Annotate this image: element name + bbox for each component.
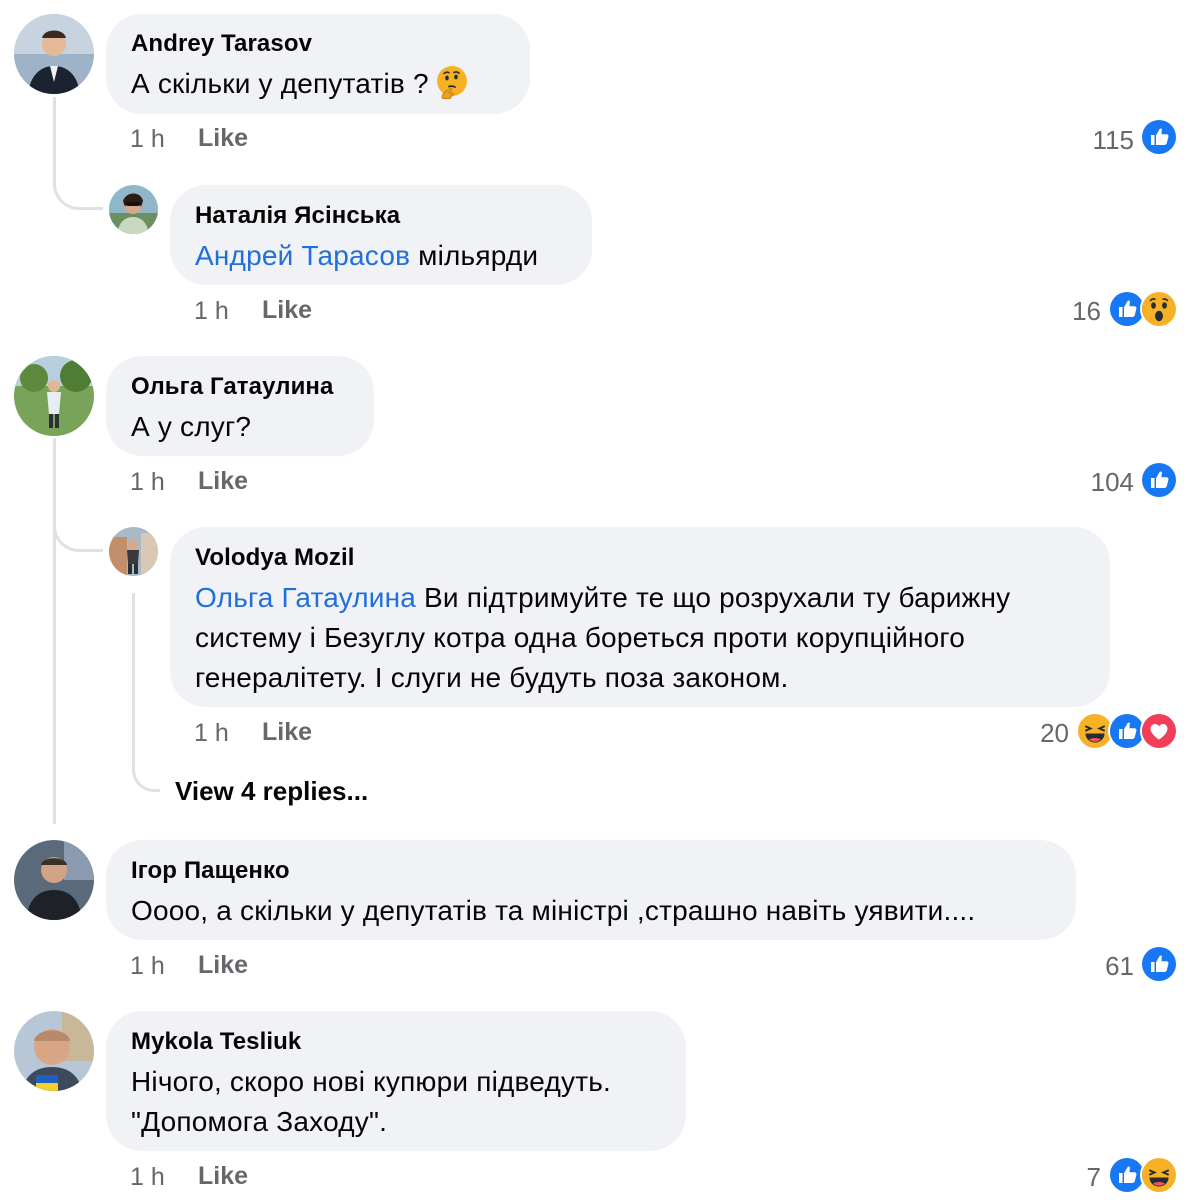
comment-author[interactable]: Наталія Ясінська — [195, 202, 400, 230]
comment-text-line: систему і Безуглу котра одна бореться пр… — [195, 622, 965, 653]
comment-text: Нічого, скоро нові купюри підведуть. "До… — [131, 1062, 611, 1142]
avatar[interactable] — [109, 185, 158, 234]
like-button[interactable]: Like — [262, 718, 312, 747]
reaction-count[interactable]: 20 — [1040, 718, 1069, 749]
thread-curve-2 — [53, 510, 103, 552]
thread-curve-1 — [53, 168, 103, 210]
avatar[interactable] — [14, 1011, 94, 1091]
like-button[interactable]: Like — [198, 124, 248, 153]
thread-curve-3 — [132, 760, 160, 792]
thread-line-3 — [132, 593, 135, 768]
comment-timestamp[interactable]: 1 h — [194, 719, 229, 748]
thread-line-2 — [53, 438, 56, 824]
comment-author[interactable]: Ольга Гатаулина — [131, 373, 333, 401]
comment-text-line: генералітету. І слуги не будуть поза зак… — [195, 662, 789, 693]
comment-timestamp[interactable]: 1 h — [130, 952, 165, 981]
like-button[interactable]: Like — [198, 951, 248, 980]
like-button[interactable]: Like — [198, 467, 248, 496]
comment-text: Оооо, а скільки у депутатів та міністрі … — [131, 895, 976, 926]
comment-text-body: А скільки у депутатів ? — [131, 68, 429, 99]
avatar[interactable] — [109, 527, 158, 576]
avatar[interactable] — [14, 356, 94, 436]
view-replies-link[interactable]: View 4 replies... — [175, 776, 368, 807]
comment-author[interactable]: Ігор Пащенко — [131, 857, 290, 885]
mention-link[interactable]: Ольга Гатаулина — [195, 582, 416, 613]
reaction-count[interactable]: 16 — [1072, 296, 1101, 327]
thinking-face-icon — [435, 65, 469, 99]
like-button[interactable]: Like — [198, 1162, 248, 1191]
comment-timestamp[interactable]: 1 h — [130, 468, 165, 497]
comment-text: Ольга Гатаулина Ви підтримуйте те що роз… — [195, 578, 1010, 698]
comment-timestamp[interactable]: 1 h — [194, 297, 229, 326]
love-reaction-icon[interactable] — [1140, 712, 1178, 750]
wow-reaction-icon[interactable] — [1140, 290, 1178, 328]
avatar[interactable] — [14, 14, 94, 94]
comment-text-line: Нічого, скоро нові купюри підведуть. — [131, 1066, 611, 1097]
comment-author[interactable]: Mykola Tesliuk — [131, 1028, 301, 1056]
comment-text: Андрей Тарасов мільярди — [195, 236, 538, 276]
comment-text-line: Ольга Гатаулина Ви підтримуйте те що роз… — [195, 578, 1010, 618]
comment-timestamp[interactable]: 1 h — [130, 1163, 165, 1192]
comment-author[interactable]: Volodya Mozil — [195, 544, 355, 572]
reaction-count[interactable]: 104 — [1091, 467, 1134, 498]
comment-text-line: "Допомога Заходу". — [131, 1106, 388, 1137]
haha-reaction-icon[interactable] — [1140, 1156, 1178, 1194]
like-reaction-icon[interactable] — [1140, 945, 1178, 983]
reaction-count[interactable]: 115 — [1093, 125, 1134, 156]
comment-text: А у слуг? — [131, 411, 252, 442]
mention-link[interactable]: Андрей Тарасов — [195, 240, 410, 271]
like-button[interactable]: Like — [262, 296, 312, 325]
like-reaction-icon[interactable] — [1140, 461, 1178, 499]
comment-author[interactable]: Andrey Tarasov — [131, 30, 312, 58]
comment-text-body: Ви підтримуйте те що розрухали ту барижн… — [416, 582, 1011, 613]
thread-line-1 — [53, 97, 56, 177]
comment-timestamp[interactable]: 1 h — [130, 125, 165, 154]
reaction-count[interactable]: 61 — [1105, 951, 1134, 982]
comment-text-body: мільярди — [410, 240, 539, 271]
comment-text: А скільки у депутатів ? — [131, 64, 469, 104]
avatar[interactable] — [14, 840, 94, 920]
like-reaction-icon[interactable] — [1140, 118, 1178, 156]
reaction-count[interactable]: 7 — [1087, 1162, 1101, 1193]
